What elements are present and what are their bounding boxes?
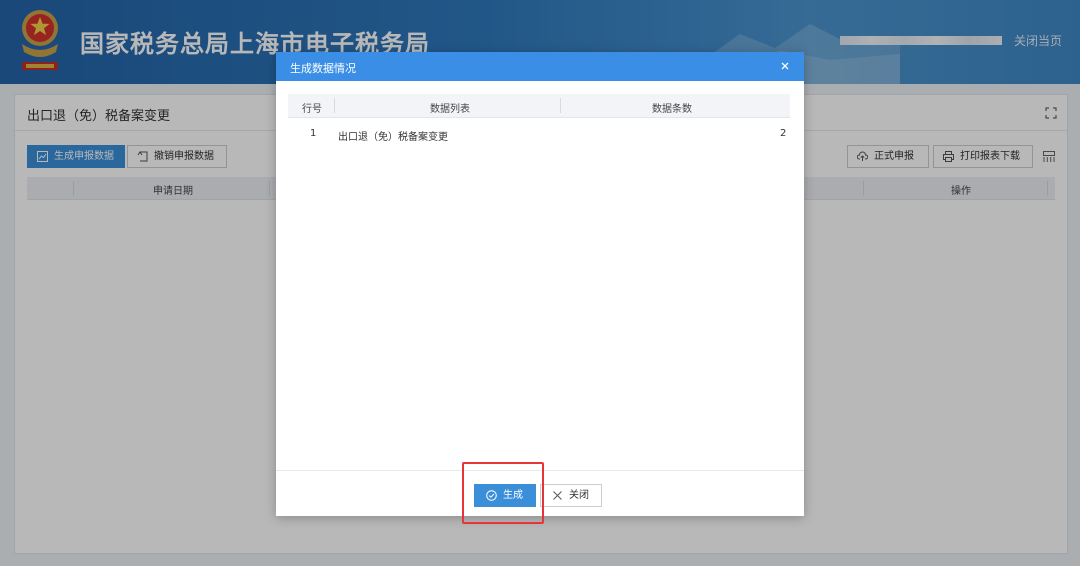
dialog-header: 生成数据情况	[276, 52, 804, 81]
column-header-data-count: 数据条数	[652, 104, 692, 115]
row-data-count: 2	[780, 128, 787, 139]
close-button-label: 关闭	[569, 490, 589, 501]
row-number: 1	[310, 128, 317, 139]
column-header-row-number: 行号	[302, 104, 322, 115]
column-divider	[560, 98, 561, 113]
close-button[interactable]: 关闭	[540, 484, 602, 507]
row-data-name: 出口退（免）税备案变更	[338, 132, 448, 143]
dialog-title: 生成数据情况	[290, 62, 356, 75]
table-row[interactable]: 1 出口退（免）税备案变更 2	[288, 120, 790, 146]
dialog-table-header: 行号 数据列表 数据条数	[288, 94, 790, 118]
close-icon	[553, 491, 562, 500]
dialog-footer: 生成 关闭	[276, 470, 804, 516]
generate-button[interactable]: 生成	[474, 484, 536, 507]
close-icon[interactable]	[778, 59, 792, 73]
check-circle-icon	[486, 490, 497, 501]
generate-data-dialog: 生成数据情况 行号 数据列表 数据条数 1 出口退（免）税备案变更 2 生成 关…	[276, 52, 804, 516]
column-divider	[334, 98, 335, 113]
column-header-data-list: 数据列表	[430, 104, 470, 115]
generate-button-label: 生成	[503, 490, 523, 501]
